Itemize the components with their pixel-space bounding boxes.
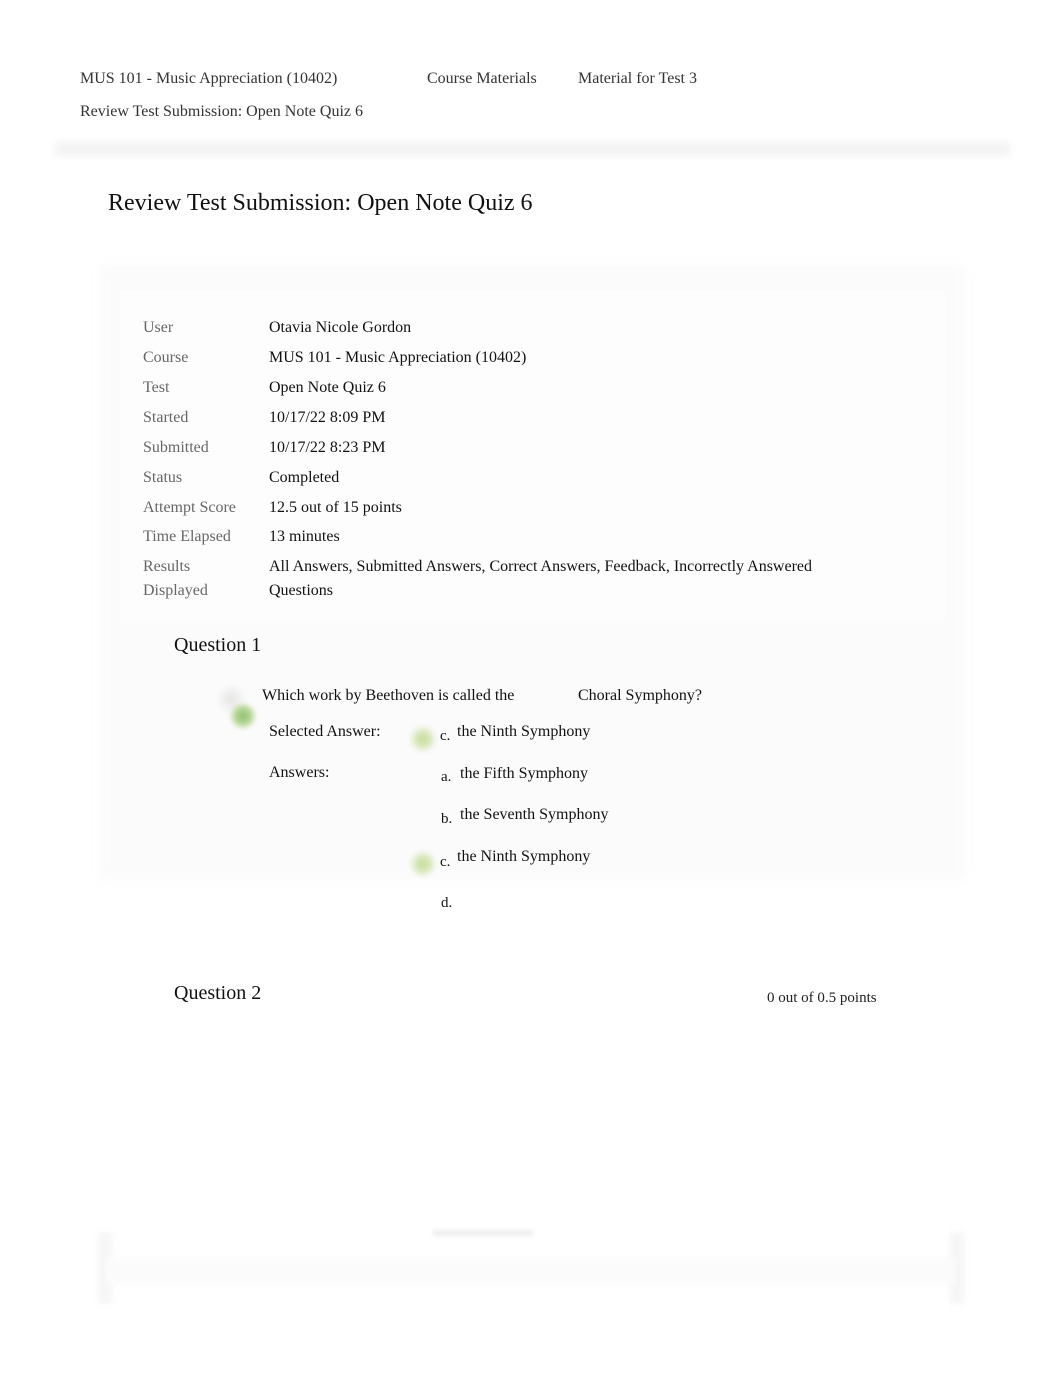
header-divider (55, 142, 1010, 156)
breadcrumb-current: Review Test Submission: Open Note Quiz 6 (80, 103, 364, 120)
answers-label: Answers: (269, 764, 330, 781)
info-label: Started (143, 409, 189, 426)
info-value: Questions (269, 582, 333, 599)
info-value: Open Note Quiz 6 (269, 379, 386, 396)
question-points: 0 out of 0.5 points (767, 990, 877, 1006)
info-value: 10/17/22 8:23 PM (269, 439, 386, 456)
footer-bar (105, 1258, 955, 1284)
info-label: User (143, 319, 174, 336)
info-value: Completed (269, 469, 340, 486)
page-title: Review Test Submission: Open Note Quiz 6 (108, 190, 533, 216)
answer-text: the Ninth Symphony (457, 848, 591, 865)
answer-letter: b. (441, 811, 453, 827)
info-label: Status (143, 469, 183, 486)
info-value: 13 minutes (269, 528, 340, 545)
info-label: Attempt Score (143, 499, 236, 516)
breadcrumb-course-materials-link[interactable]: Course Materials (427, 70, 537, 88)
info-value: Otavia Nicole Gordon (269, 319, 412, 336)
info-value: 12.5 out of 15 points (269, 499, 402, 516)
info-label: Test (143, 379, 170, 396)
answer-letter: c. (440, 854, 451, 870)
info-value: 10/17/22 8:09 PM (269, 409, 386, 426)
breadcrumb-material-for-test-link[interactable]: Material for Test 3 (578, 70, 697, 88)
selected-answer-letter: c. (440, 728, 451, 744)
correct-answer-icon (410, 851, 436, 877)
correct-check-icon (230, 703, 256, 729)
info-label: Results (143, 558, 191, 575)
info-label: Displayed (143, 582, 208, 599)
question-text: Which work by Beethoven is called the (262, 687, 515, 704)
correct-answer-icon (410, 726, 436, 752)
info-label: Time Elapsed (143, 528, 231, 545)
info-label: Course (143, 349, 189, 366)
answer-text: the Fifth Symphony (460, 765, 589, 782)
selected-answer-label: Selected Answer: (269, 723, 381, 740)
footer-divider (433, 1230, 533, 1236)
selected-answer-text: the Ninth Symphony (457, 723, 591, 740)
answer-text: the Seventh Symphony (460, 806, 609, 823)
answer-letter: a. (441, 769, 452, 785)
question-title: Question 2 (174, 982, 262, 1004)
question-title: Question 1 (174, 634, 262, 656)
answer-letter: d. (441, 895, 453, 911)
question-text-emphasis: Choral Symphony? (578, 687, 702, 704)
info-value: MUS 101 - Music Appreciation (10402) (269, 349, 527, 366)
breadcrumb-course-link[interactable]: MUS 101 - Music Appreciation (10402) (80, 70, 337, 88)
info-value: All Answers, Submitted Answers, Correct … (269, 558, 812, 575)
info-label: Submitted (143, 439, 209, 456)
